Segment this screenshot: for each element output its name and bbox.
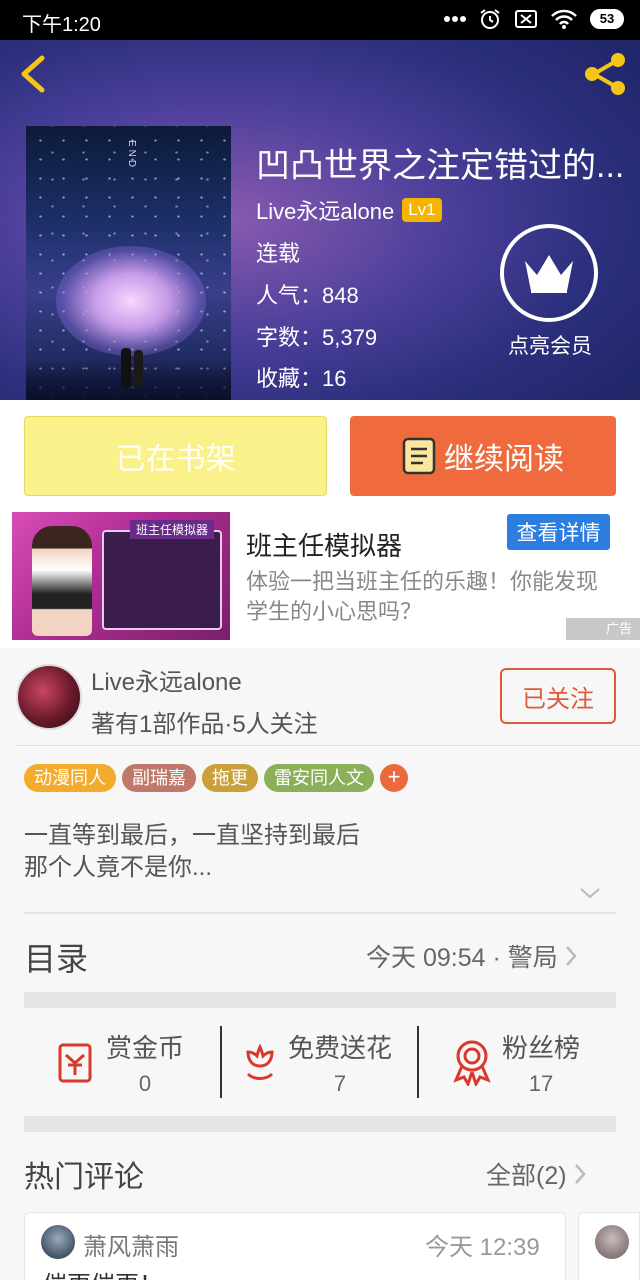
stat-value: 17 [528,1070,554,1096]
hot-comments-title: 热门评论 [24,1161,144,1194]
stat-value: 0 [138,1070,152,1096]
ad-banner[interactable]: 班主任模拟器 班主任模拟器 查看详情 体验一把当班主任的乐趣！你能发现学生的小心… [0,512,640,648]
battery-indicator: 53 [590,9,624,29]
stat-divider [417,1026,419,1098]
author-avatar[interactable] [16,664,82,730]
description-line: 一直等到最后，一直坚持到最后 [24,822,360,849]
crown-icon [525,255,573,293]
stat-fan-ranking[interactable]: 粉丝榜 17 [450,1008,580,1116]
toc-update-text: 今天 09:54 · 警局 [366,944,558,972]
book-status: 连载 [256,241,301,266]
flower-icon [246,1043,274,1080]
chevron-right-icon [565,946,577,966]
section-separator [24,1116,616,1132]
book-favorites: 收藏：16 [256,366,347,391]
commenter-avatar[interactable] [41,1225,75,1259]
red-envelope-icon [58,1043,92,1083]
stat-free-flowers[interactable]: 免费送花 7 [238,1008,392,1116]
section-separator [24,992,616,1008]
book-word-count: 字数：5,379 [256,325,378,350]
ad-title: 班主任模拟器 [246,531,403,561]
more-dots-icon [444,16,466,22]
comment-text: 催更催更！ [43,1265,163,1280]
tag[interactable]: 动漫同人 [24,764,116,792]
tag[interactable]: 拖更 [202,764,258,792]
status-icons: 53 [444,7,624,31]
stat-label: 赏金币 [106,1032,185,1063]
book-author[interactable]: Live永远alone [256,194,394,226]
add-tag-button[interactable]: + [380,764,408,792]
stats-row: 赏金币 0 免费送花 7 粉丝榜 17 [24,1008,616,1116]
book-description: 一直等到最后，一直坚持到最后 那个人竟不是你... [24,820,360,884]
commenter-name[interactable]: 萧风萧雨 [83,1227,179,1262]
comment-card[interactable] [578,1212,640,1280]
book-cover[interactable]: END [26,126,231,400]
vip-circle [500,224,598,322]
all-comments-link[interactable]: 全部(2) [486,1156,587,1192]
book-popularity: 人气：848 [256,283,359,308]
tag-list: 动漫同人 副瑞嘉 拖更 雷安同人文 + [24,764,408,792]
tag[interactable]: 副瑞嘉 [122,764,196,792]
status-time: 下午1:20 [22,14,101,36]
in-bookshelf-button[interactable]: 已在书架 [24,416,327,496]
stat-reward-coins[interactable]: 赏金币 0 [54,1008,184,1116]
all-comments-label: 全部(2) [486,1162,567,1190]
toc-title[interactable]: 目录 [24,934,88,980]
comment-card[interactable]: 萧风萧雨 今天 12:39 催更催更！ [24,1212,566,1280]
level-badge: Lv1 [402,198,442,222]
comment-time: 今天 12:39 [425,1234,540,1261]
follow-button[interactable]: 已关注 [500,668,616,724]
cover-text: END [126,140,137,171]
ad-image-title: 班主任模拟器 [130,520,215,539]
author-meta: 著有1部作品·5人关注 [91,711,318,738]
vip-button[interactable]: 点亮会员 [500,224,600,360]
cover-figure [134,350,143,388]
back-arrow-icon [21,55,45,93]
ad-character [32,526,92,636]
author-name: Live永远alone [91,669,242,696]
ad-label: 广告 [566,618,640,640]
expand-description-button[interactable] [578,886,602,905]
commenter-avatar[interactable] [595,1225,629,1259]
book-details: Live永远alone 著有1部作品·5人关注 已关注 动漫同人 副瑞嘉 拖更 … [0,648,640,1280]
alarm-icon [480,9,500,29]
chevron-down-icon [580,888,600,899]
no-sim-icon [515,10,537,28]
ad-panel [102,530,222,630]
back-button[interactable] [14,52,54,96]
wifi-icon [551,9,577,29]
book-title: 凹凸世界之注定错过的... [256,147,625,185]
divider [24,912,616,914]
continue-reading-label: 继续阅读 [444,443,564,476]
medal-icon [453,1040,491,1086]
ad-image[interactable]: 班主任模拟器 [12,512,230,640]
tag[interactable]: 雷安同人文 [264,764,374,792]
share-button[interactable] [582,50,630,98]
status-bar: 下午1:20 53 [0,0,640,40]
vip-label: 点亮会员 [508,335,592,358]
book-author-line: Live永远alone Lv1 [256,194,442,226]
cover-tree-glow [56,246,206,356]
ad-description: 体验一把当班主任的乐趣！你能发现学生的小心思吗？ [246,569,599,624]
stat-divider [220,1026,222,1098]
toc-latest-chapter[interactable]: 今天 09:54 · 警局 [366,938,578,974]
stat-label: 粉丝榜 [502,1032,581,1063]
description-line: 那个人竟不是你... [24,854,213,881]
divider [16,745,640,746]
share-icon [585,53,625,95]
book-header: 下午1:20 53 END 凹凸世界之注定错过的... Live永远alone … [0,0,640,400]
chevron-right-icon [574,1164,586,1184]
ad-detail-button[interactable]: 查看详情 [507,514,610,550]
continue-reading-button[interactable]: 继续阅读 [350,416,616,496]
stat-label: 免费送花 [288,1032,393,1063]
author-card[interactable]: Live永远alone 著有1部作品·5人关注 已关注 [0,648,640,746]
action-bar: 已在书架 继续阅读 [0,400,640,512]
stat-value: 7 [333,1070,347,1096]
cover-figure [121,348,131,388]
book-icon [402,437,436,475]
